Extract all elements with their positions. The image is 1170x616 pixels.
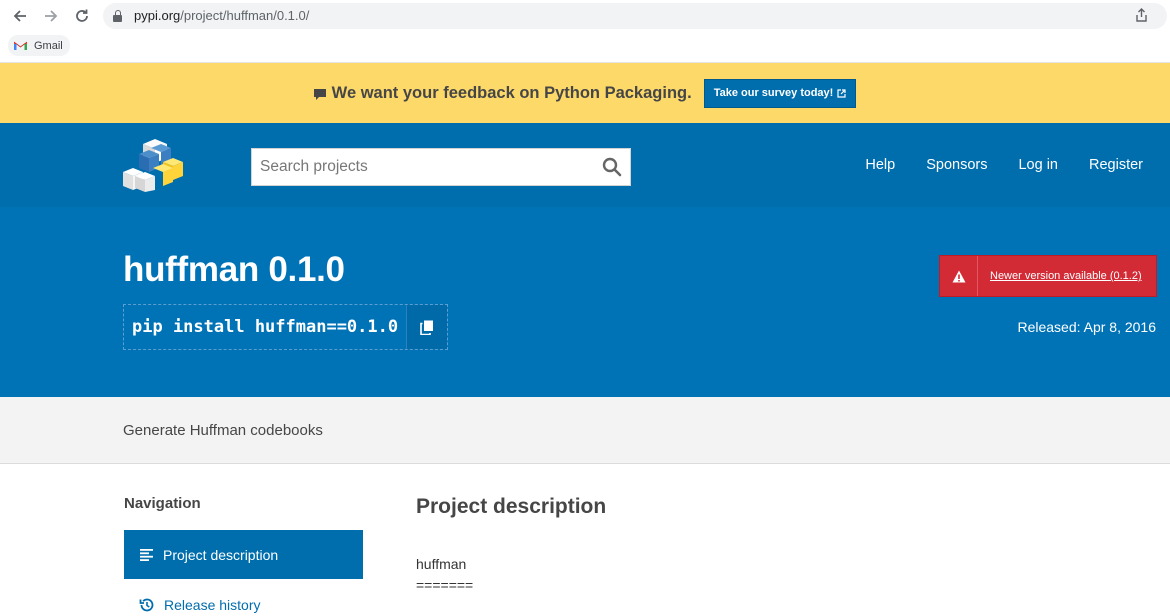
description-line: ======= <box>416 577 474 593</box>
back-button[interactable] <box>9 6 31 26</box>
reload-icon <box>76 9 88 22</box>
nav-login[interactable]: Log in <box>1018 157 1058 173</box>
package-title: huffman 0.1.0 <box>123 250 345 289</box>
reload-button[interactable] <box>71 6 93 26</box>
header-nav: Help Sponsors Log in Register <box>865 157 1143 173</box>
url-text: pypi.org/project/huffman/0.1.0/ <box>134 8 310 23</box>
newer-version-alert: Newer version available (0.1.2) <box>939 255 1157 297</box>
sidebar-item-label: Release history <box>164 597 261 613</box>
bookmark-gmail[interactable]: Gmail <box>8 35 70 56</box>
feedback-banner: We want your feedback on Python Packagin… <box>0 63 1170 123</box>
nav-help[interactable]: Help <box>865 157 895 173</box>
align-left-icon <box>140 548 153 561</box>
survey-button-label: Take our survey today! <box>713 87 834 99</box>
package-hero: huffman 0.1.0 pip install huffman==0.1.0… <box>0 207 1170 397</box>
arrow-left-icon <box>13 10 26 22</box>
sidebar-item-project-description[interactable]: Project description <box>124 530 363 579</box>
summary-text: Generate Huffman codebooks <box>123 422 323 439</box>
pip-command-box: pip install huffman==0.1.0 <box>123 304 449 350</box>
browser-chrome: pypi.org/project/huffman/0.1.0/ Gmail <box>0 0 1170 63</box>
warning-icon <box>952 270 965 282</box>
share-icon[interactable] <box>1134 8 1149 26</box>
site-header: Help Sponsors Log in Register <box>0 123 1170 207</box>
package-summary: Generate Huffman codebooks <box>0 397 1170 464</box>
forward-button[interactable] <box>40 6 62 26</box>
sidebar-heading: Navigation <box>124 495 201 512</box>
survey-button[interactable]: Take our survey today! <box>703 78 857 108</box>
release-date: Released: Apr 8, 2016 <box>1017 319 1156 335</box>
pip-command[interactable]: pip install huffman==0.1.0 <box>124 305 406 349</box>
bookmark-label: Gmail <box>34 39 63 52</box>
sidebar-item-release-history[interactable]: Release history <box>124 592 363 616</box>
banner-message-wrap: We want your feedback on Python Packagin… <box>313 83 692 103</box>
description-heading: Project description <box>416 495 607 518</box>
copy-icon <box>420 320 434 335</box>
search-icon[interactable] <box>602 157 622 177</box>
address-bar[interactable]: pypi.org/project/huffman/0.1.0/ <box>103 3 1167 29</box>
search-input[interactable] <box>252 149 592 185</box>
external-link-icon <box>837 88 846 98</box>
gmail-icon <box>13 41 28 50</box>
description-line: huffman <box>416 556 467 572</box>
newer-version-link[interactable]: Newer version available (0.1.2) <box>990 270 1142 282</box>
history-icon <box>139 598 154 612</box>
warning-icon-box <box>940 256 978 296</box>
nav-sponsors[interactable]: Sponsors <box>926 157 987 173</box>
arrow-right-icon <box>45 10 58 22</box>
search-box <box>251 148 631 186</box>
lock-icon <box>113 10 122 22</box>
sidebar-item-label: Project description <box>163 546 279 563</box>
banner-message: We want your feedback on Python Packagin… <box>331 83 692 102</box>
comment-icon <box>313 88 326 100</box>
copy-button[interactable] <box>406 305 448 349</box>
nav-register[interactable]: Register <box>1089 157 1143 173</box>
pypi-logo[interactable] <box>121 138 187 193</box>
